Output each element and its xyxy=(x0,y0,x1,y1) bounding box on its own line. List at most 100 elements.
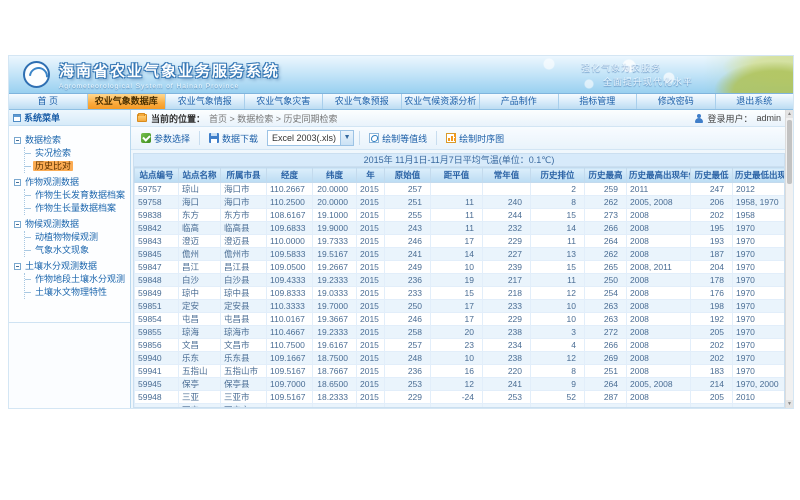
table-row[interactable]: 59941五指山五指山市109.516718.76672015236162208… xyxy=(135,365,786,378)
param-select-button[interactable]: 参数选择 xyxy=(137,130,194,147)
tree-item[interactable]: 气象水文现象 xyxy=(25,244,127,257)
tree-group-text: 物候观测数据 xyxy=(25,218,79,231)
cell: 205 xyxy=(691,326,733,339)
column-header[interactable]: 历史排位 xyxy=(531,168,585,183)
tree-group-label[interactable]: 土壤水分观测数据 xyxy=(14,260,127,273)
draw-timeseries-button[interactable]: 绘制时序图 xyxy=(442,130,508,147)
cell: 202 xyxy=(691,209,733,222)
table-row[interactable]: 59843澄迈澄迈县110.000019.7333201524617229112… xyxy=(135,235,786,248)
cell: 238 xyxy=(483,326,531,339)
nav-tab-2[interactable]: 农业气象情报 xyxy=(166,94,245,109)
table-row[interactable]: 59855琼海琼海市110.466719.2333201525820238327… xyxy=(135,326,786,339)
cell: 183 xyxy=(691,365,733,378)
cell: 18.8000 xyxy=(313,404,357,409)
table-row[interactable]: 59847昌江昌江县109.050019.2667201524910239152… xyxy=(135,261,786,274)
column-header[interactable]: 站点编号 xyxy=(135,168,179,183)
column-header[interactable]: 纬度 xyxy=(313,168,357,183)
cell: 273 xyxy=(585,404,627,409)
cell: 万宁市 xyxy=(221,404,267,409)
table-row[interactable]: 59951万宁万宁市110.366718.8000201525613243927… xyxy=(135,404,786,409)
column-header[interactable]: 站点名称 xyxy=(179,168,221,183)
nav-tab-0[interactable]: 首 页 xyxy=(9,94,88,109)
vertical-scrollbar[interactable]: ▲ ▼ xyxy=(785,110,793,408)
table-row[interactable]: 59851定安定安县110.333319.7000201525017233102… xyxy=(135,300,786,313)
sidebar-tree: 数据检索实况检索历史比对作物观测数据作物生长发育数据档案作物生长量数据档案物候观… xyxy=(9,126,130,308)
cell: 198 xyxy=(691,300,733,313)
cell: 澄迈县 xyxy=(221,235,267,248)
table-row[interactable]: 59849琼中琼中县109.833319.0333201523315218122… xyxy=(135,287,786,300)
tree-item[interactable]: 作物地段土壤水分观测 xyxy=(25,273,127,286)
table-area: 2015年 11月1日-11月7日平均气温(单位：0.1℃) 站点编号站点名称所… xyxy=(131,150,793,408)
nav-tab-4[interactable]: 农业气象预报 xyxy=(323,94,402,109)
column-header[interactable]: 距平值 xyxy=(431,168,483,183)
breadcrumb-path[interactable]: 首页 > 数据检索 > 历史同期检索 xyxy=(209,112,338,125)
column-header[interactable]: 历史最高 xyxy=(585,168,627,183)
nav-tab-3[interactable]: 农业气象灾害 xyxy=(245,94,324,109)
username: admin xyxy=(756,113,781,123)
tree-item[interactable]: 作物生长量数据档案 xyxy=(25,202,127,215)
cell: 110.2667 xyxy=(267,183,313,196)
table-row[interactable]: 59848白沙白沙县109.433319.2333201523619217112… xyxy=(135,274,786,287)
tree-item[interactable]: 土壤水文物理特性 xyxy=(25,286,127,299)
cell: 193 xyxy=(691,235,733,248)
table-row[interactable]: 59842临高临高县109.683319.9000201524311232142… xyxy=(135,222,786,235)
column-header[interactable]: 经度 xyxy=(267,168,313,183)
column-header[interactable]: 历史最低 xyxy=(691,168,733,183)
column-header[interactable]: 年 xyxy=(357,168,385,183)
table-row[interactable]: 59854屯昌屯昌县110.016719.3667201524617229102… xyxy=(135,313,786,326)
cell: 59843 xyxy=(135,235,179,248)
tree-item[interactable]: 动植物物候观测 xyxy=(25,231,127,244)
tree-group-label[interactable]: 物候观测数据 xyxy=(14,218,127,231)
nav-tab-6[interactable]: 产品制作 xyxy=(480,94,559,109)
table-row[interactable]: 59758海口海口市110.250020.0000201525111240826… xyxy=(135,196,786,209)
tree-item[interactable]: 实况检索 xyxy=(25,147,127,160)
nav-tab-7[interactable]: 指标管理 xyxy=(559,94,638,109)
cell: 2011 xyxy=(627,183,691,196)
table-row[interactable]: 59856文昌文昌市110.750019.6167201525723234426… xyxy=(135,339,786,352)
table-row[interactable]: 59838东方东方市108.616719.1000201525511244152… xyxy=(135,209,786,222)
column-header[interactable]: 历史最高出现年份 xyxy=(627,168,691,183)
cell: 59838 xyxy=(135,209,179,222)
cell: 233 xyxy=(483,300,531,313)
collapse-icon[interactable] xyxy=(14,137,21,144)
collapse-icon[interactable] xyxy=(14,263,21,270)
tree-item[interactable]: 历史比对 xyxy=(25,160,127,173)
export-format-dropdown[interactable]: Excel 2003(.xls) ▼ xyxy=(267,130,354,146)
collapse-icon[interactable] xyxy=(14,221,21,228)
tree-item-label: 历史比对 xyxy=(33,161,73,171)
column-header[interactable]: 常年值 xyxy=(483,168,531,183)
table-row[interactable]: 59945保亭保亭县109.700018.6500201525312241926… xyxy=(135,378,786,391)
cell: 临高 xyxy=(179,222,221,235)
app-subtitle: Agrometeorological System of Hainan Prov… xyxy=(59,83,280,90)
banner-slogan-line1: 强化气象为农服务 xyxy=(581,61,693,74)
table-row[interactable]: 59757琼山海口市110.266720.0000201525722592011… xyxy=(135,183,786,196)
scroll-down-icon[interactable]: ▼ xyxy=(786,400,793,408)
cell: 259 xyxy=(585,183,627,196)
scroll-up-icon[interactable]: ▲ xyxy=(786,110,793,118)
nav-tab-5[interactable]: 农业气候资源分析 xyxy=(402,94,481,109)
data-download-button[interactable]: 数据下载 xyxy=(205,130,262,147)
table-row[interactable]: 59940乐东乐东县109.166718.7500201524810238122… xyxy=(135,352,786,365)
draw-contour-button[interactable]: 绘制等值线 xyxy=(365,130,431,147)
nav-tab-1[interactable]: 农业气象数据库 xyxy=(88,94,167,109)
tree-group-label[interactable]: 数据检索 xyxy=(14,134,127,147)
cell: 250 xyxy=(385,300,431,313)
scrollbar-thumb[interactable] xyxy=(787,120,792,184)
tree-group-label[interactable]: 作物观测数据 xyxy=(14,176,127,189)
cell: 19.7000 xyxy=(313,300,357,313)
tree-item[interactable]: 作物生长发育数据档案 xyxy=(25,189,127,202)
column-header[interactable]: 原始值 xyxy=(385,168,431,183)
table-row[interactable]: 59948三亚三亚市109.516718.23332015229-2425352… xyxy=(135,391,786,404)
cell: 2015 xyxy=(357,326,385,339)
cell: 59847 xyxy=(135,261,179,274)
table-row[interactable]: 59845儋州儋州市109.583319.5167201524114227132… xyxy=(135,248,786,261)
chevron-down-icon[interactable]: ▼ xyxy=(340,131,353,145)
nav-tab-8[interactable]: 修改密码 xyxy=(637,94,716,109)
sidebar: 系统菜单 数据检索实况检索历史比对作物观测数据作物生长发育数据档案作物生长量数据… xyxy=(9,110,131,408)
cell xyxy=(431,183,483,196)
column-header[interactable]: 所属市县 xyxy=(221,168,267,183)
cell: 2008 xyxy=(627,209,691,222)
column-header[interactable]: 历史最低出现年份 xyxy=(733,168,786,183)
nav-tab-9[interactable]: 退出系统 xyxy=(716,94,794,109)
collapse-icon[interactable] xyxy=(14,179,21,186)
